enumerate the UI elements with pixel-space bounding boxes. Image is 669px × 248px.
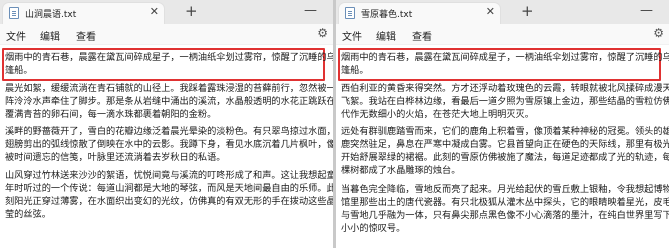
paragraph-3: 溪畔的野蔷薇开了，雪白的花瓣边缘泛着晨光晕染的淡粉色。有只翠鸟掠过水面， 翅膀剪… <box>5 125 333 164</box>
new-tab-icon[interactable]: + <box>185 3 198 19</box>
notepad-window-right: 雪原暮色.txt ✕ + — 文件 编辑 查看 ⚙ 烟雨中的青石巷，晨露在黛瓦间… <box>336 0 669 248</box>
settings-gear-icon[interactable]: ⚙ <box>317 26 328 40</box>
text-line: 小小的惊叹号。 <box>341 223 406 234</box>
menu-bar: 文件 编辑 查看 ⚙ <box>0 24 333 45</box>
notepad-window-left: 山涧晨语.txt ✕ + — 文件 编辑 查看 ⚙ 烟雨中的青石巷，晨露在黛瓦间… <box>0 0 333 248</box>
paragraph-1: 烟雨中的青石巷，晨露在黛瓦间碎成星子，一柄油纸伞划过雾帘，惊醒了沉睡的乌 篷船。 <box>5 51 333 77</box>
text-line: 翅膀剪出的弧线惊散了倒映在水中的云影。我蹲下身，看见水底沉着几片枫叶，像 <box>5 139 333 150</box>
tab-title: 雪原暮色.txt <box>361 10 413 20</box>
title-bar: 山涧晨语.txt ✕ + — <box>0 0 333 24</box>
paragraph-1: 烟雨中的青石巷，晨露在黛瓦间碎成星子，一柄油纸伞划过雾帘，惊醒了沉睡的乌 篷船。 <box>341 51 669 77</box>
new-tab-icon[interactable]: + <box>521 3 534 19</box>
text-line: 鹿突然驻足，鼻息在严寒中凝成白雾。它县首望向正在硬色的天际线，那里有极光 <box>341 139 669 150</box>
menu-file[interactable]: 文件 <box>6 28 26 43</box>
text-line: 烟雨中的青石巷，晨露在黛瓦间碎成星子，一柄油纸伞划过雾帘，惊醒了沉睡的乌 <box>341 52 669 63</box>
text-line: 当暮色完全降临，雪地反而亮了起来。月光给起伏的雪丘敷上银釉，令我想起博物 <box>341 184 669 195</box>
close-tab-icon[interactable]: ✕ <box>150 5 159 19</box>
minimize-icon[interactable]: — <box>640 4 653 18</box>
paragraph-2: 晨光如絮，缓缓流淌在青石铺就的山径上。我踩着露珠浸湿的苔藓前行，忽然被一 阵泠泠… <box>5 82 333 121</box>
menu-edit[interactable]: 编辑 <box>376 28 396 43</box>
menu-file[interactable]: 文件 <box>342 28 362 43</box>
paragraph-4: 山风穿过竹林送来沙沙的絮语，忧悦间竟与溪流的叮咚形成了和声。这让我想起童 年时听… <box>5 169 333 221</box>
text-line: 莹的丝弦。 <box>5 209 51 220</box>
text-line: 溪畔的野蔷薇开了，雪白的花瓣边缘泛着晨光晕染的淡粉色。有只翠鸟掠过水面， <box>5 126 333 137</box>
text-line: 阵泠泠水声牵住了脚步。那是条从岩缝中涌出的溪流，水晶般透明的水花正跳跃在 <box>5 96 333 107</box>
paragraph-2: 西伯利亚的黄昏来得突然。方才还浮动着玫瑰色的云霞，转眼就被北风揉碎成漫天 飞絮。… <box>341 82 669 121</box>
text-line: 篷船。 <box>341 65 369 76</box>
tab-title: 山涧晨语.txt <box>25 10 77 20</box>
paragraph-4: 当暮色完全降临，雪地反而亮了起来。月光给起伏的雪丘敷上银釉，令我想起博物 馆里那… <box>341 183 669 235</box>
tab-xueyuan[interactable]: 雪原暮色.txt ✕ <box>339 3 500 24</box>
text-line: 篷船。 <box>5 65 33 76</box>
text-line: 被时间遗忘的信笺，叶脉里还流淌着去岁秋日的私语。 <box>5 152 226 163</box>
menu-bar: 文件 编辑 查看 ⚙ <box>336 24 669 45</box>
text-line: 与雪地几乎融为一体，只有鼻尖那点黑色像不小心滴落的墨汁，在纯白世界里写下 <box>341 210 669 221</box>
text-line: 馆里那些出土的唐代瓷器。有只北极狐从灌木丛中探头，它的眼睛映着星光，皮毛 <box>341 197 669 208</box>
text-line: 开始舒展翠绿的裙裾。此刻的雪原仿佛被施了魔法，每道足迹都成了光的轨迹，每 <box>341 152 669 163</box>
settings-gear-icon[interactable]: ⚙ <box>653 26 664 40</box>
text-line: 覆满青苔的卵石间，每一滴水珠都裹着朝阳的金粉。 <box>5 109 217 120</box>
menu-edit[interactable]: 编辑 <box>40 28 60 43</box>
text-line: 晨光如絮，缓缓流淌在青石铺就的山径上。我踩着露珠浸湿的苔藓前行，忽然被一 <box>5 83 333 94</box>
text-line: 刻阳光正穿过薄雾，在水面织出变幻的光纹，仿佛真的有双无形的手在拨动这些晶 <box>5 196 333 207</box>
text-line: 飞絮。我站在白桦林边缘，看最后一道夕照为雪原镶上金边，那些结晶的雪粒仿佛时 <box>341 96 669 107</box>
text-document-icon <box>9 7 19 19</box>
text-line: 西伯利亚的黄昏来得突然。方才还浮动着玫瑰色的云霞，转眼就被北风揉碎成漫天 <box>341 83 669 94</box>
close-tab-icon[interactable]: ✕ <box>486 5 495 19</box>
minimize-icon[interactable]: — <box>304 4 317 18</box>
text-line: 山风穿过竹林送来沙沙的絮语，忧悦间竟与溪流的叮咚形成了和声。这让我想起童 <box>5 170 333 181</box>
text-editor[interactable]: 烟雨中的青石巷，晨露在黛瓦间碎成星子，一柄油纸伞划过雾帘，惊醒了沉睡的乌 篷船。… <box>336 45 669 248</box>
text-editor[interactable]: 烟雨中的青石巷，晨露在黛瓦间碎成星子，一柄油纸伞划过雾帘，惊醒了沉睡的乌 篷船。… <box>0 45 333 248</box>
text-line: 棵树都成了水晶雕琢的烛台。 <box>341 165 461 176</box>
title-bar: 雪原暮色.txt ✕ + — <box>336 0 669 24</box>
text-document-icon <box>345 7 355 19</box>
menu-view[interactable]: 查看 <box>76 28 96 43</box>
text-line: 年时听过的一个传说：每道山涧都是大地的琴弦，而风是天地间最自由的乐师。此 <box>5 183 333 194</box>
text-line: 烟雨中的青石巷，晨露在黛瓦间碎成星子，一柄油纸伞划过雾帘，惊醒了沉睡的乌 <box>5 52 333 63</box>
text-line: 代作无数细小的火焰，在苍茫大地上明明灭灭。 <box>341 109 534 120</box>
paragraph-3: 远处有群驯鹿踏雪而来，它们的鹿角上积着雪，像顶着某种神秘的冠冕。领头的雄 鹿突然… <box>341 125 669 177</box>
text-line: 远处有群驯鹿踏雪而来，它们的鹿角上积着雪，像顶着某种神秘的冠冕。领头的雄 <box>341 126 669 137</box>
tab-shanjian[interactable]: 山涧晨语.txt ✕ <box>3 3 164 24</box>
menu-view[interactable]: 查看 <box>412 28 432 43</box>
